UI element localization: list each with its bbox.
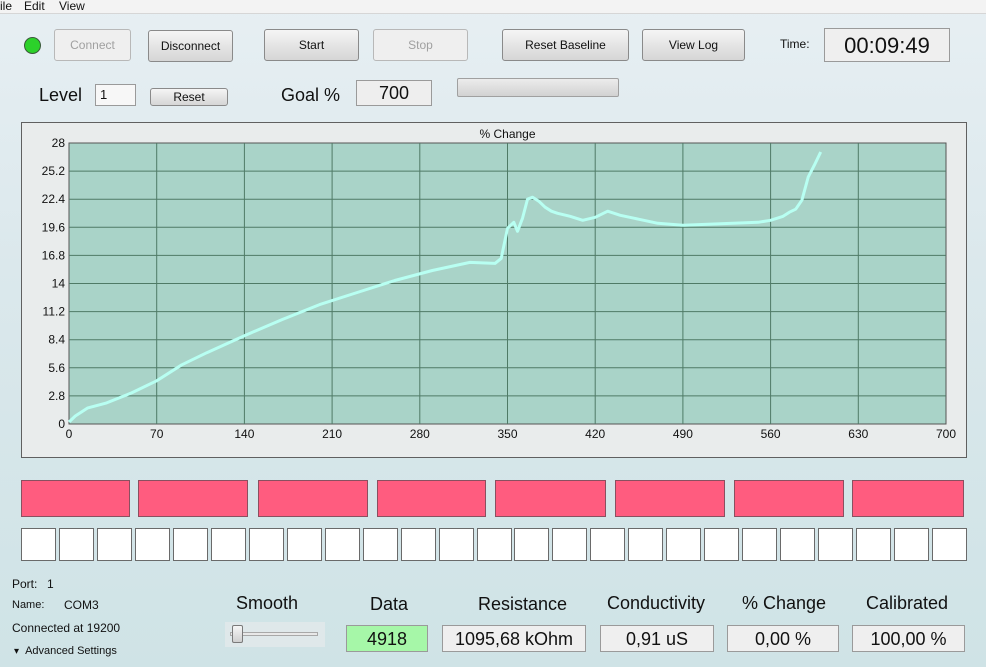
level-input[interactable]: 1 [95, 84, 136, 106]
level-reset-button[interactable]: Reset [150, 88, 228, 106]
indicator-cell [97, 528, 132, 561]
indicator-cell [59, 528, 94, 561]
indicator-cell [401, 528, 436, 561]
data-label: Data [370, 594, 409, 614]
indicator-cell [211, 528, 246, 561]
port-value: 1 [47, 577, 54, 591]
goal-value: 700 [356, 80, 432, 106]
y-tick-label: 14 [52, 277, 66, 291]
advanced-settings-toggle[interactable]: ▾ Advanced Settings [14, 645, 117, 657]
indicator-cell [173, 528, 208, 561]
x-tick-label: 630 [848, 427, 868, 441]
reset-baseline-button[interactable]: Reset Baseline [502, 29, 629, 61]
menu-edit[interactable]: Edit [24, 0, 45, 13]
indicator-cell [363, 528, 398, 561]
y-tick-label: 16.8 [42, 248, 66, 262]
percent-change-label: % Change [742, 593, 827, 613]
indicator-cell [552, 528, 587, 561]
indicator-cell [818, 528, 853, 561]
y-tick-label: 28 [52, 136, 66, 150]
indicator-cell [856, 528, 891, 561]
meter-block [852, 480, 964, 517]
goal-label: Goal % [281, 85, 341, 105]
menu-bar: ile Edit View [0, 0, 986, 14]
conductivity-value: 0,91 uS [600, 625, 714, 652]
x-tick-label: 140 [234, 427, 254, 441]
indicator-cell [932, 528, 967, 561]
x-tick-label: 350 [497, 427, 517, 441]
advanced-settings-label: Advanced Settings [25, 645, 117, 657]
meter-block [495, 480, 606, 517]
resistance-label: Resistance [478, 594, 568, 614]
meter-block [258, 480, 368, 517]
indicator-cell [590, 528, 625, 561]
smooth-label: Smooth [236, 593, 299, 613]
y-tick-label: 22.4 [42, 192, 66, 206]
menu-file[interactable]: ile [0, 0, 12, 13]
y-tick-label: 19.6 [42, 220, 66, 234]
chart-canvas: % Change 0 70 140 210 280 350 420 490 560 630 700 0 2… [42, 127, 957, 441]
percent-change-value: 0,00 % [727, 625, 839, 652]
x-tick-label: 0 [66, 427, 73, 441]
disconnect-button[interactable]: Disconnect [148, 30, 233, 62]
y-tick-label: 2.8 [48, 389, 65, 403]
double-chevron-down-icon: ▾ [14, 646, 20, 657]
level-label: Level [39, 85, 83, 105]
y-tick-label: 5.6 [48, 361, 65, 375]
time-label: Time: [780, 37, 810, 51]
indicator-cell [325, 528, 360, 561]
y-tick-label: 11.2 [43, 305, 66, 319]
view-log-button[interactable]: View Log [642, 29, 745, 61]
x-tick-label: 700 [936, 427, 956, 441]
x-tick-label: 280 [410, 427, 430, 441]
indicator-cell [780, 528, 815, 561]
time-display: 00:09:49 [824, 28, 950, 62]
indicator-cell [514, 528, 549, 561]
start-button[interactable]: Start [264, 29, 359, 61]
indicator-cell [287, 528, 322, 561]
menu-view[interactable]: View [59, 0, 85, 13]
indicator-cell [477, 528, 512, 561]
port-name-label: Name: [12, 599, 45, 611]
smooth-slider-track[interactable] [230, 632, 318, 636]
connection-baud: Connected at 19200 [12, 621, 121, 635]
indicator-cell [742, 528, 777, 561]
calibrated-value: 100,00 % [852, 625, 965, 652]
smooth-slider-thumb[interactable] [232, 625, 243, 643]
stop-button[interactable]: Stop [373, 29, 468, 61]
indicator-cell [135, 528, 170, 561]
indicator-cell [628, 528, 663, 561]
conductivity-label: Conductivity [607, 593, 706, 613]
indicator-cell [894, 528, 929, 561]
x-tick-label: 560 [761, 427, 781, 441]
y-tick-label: 0 [58, 417, 65, 431]
indicator-cell [666, 528, 701, 561]
indicator-cell [704, 528, 739, 561]
port-name-value: COM3 [64, 598, 99, 612]
connection-status-led [24, 37, 41, 54]
resistance-value: 1095,68 kOhm [442, 625, 586, 652]
indicator-cell [21, 528, 56, 561]
x-tick-label: 210 [322, 427, 342, 441]
x-tick-label: 490 [673, 427, 693, 441]
y-tick-label: 8.4 [48, 333, 65, 347]
meter-block [138, 480, 248, 517]
goal-progress-bar [457, 78, 619, 97]
calibrated-label: Calibrated [866, 593, 949, 613]
meter-block [615, 480, 725, 517]
x-tick-label: 420 [585, 427, 605, 441]
connect-button[interactable]: Connect [54, 29, 131, 61]
meter-block [377, 480, 486, 517]
meter-block [734, 480, 844, 517]
port-label: Port: [12, 577, 38, 591]
indicator-cell [249, 528, 284, 561]
indicator-cell [439, 528, 474, 561]
x-tick-label: 70 [150, 427, 164, 441]
y-tick-label: 25.2 [42, 164, 66, 178]
percent-change-chart: % Change 0 70 140 210 280 350 420 490 560 630 700 0 2… [21, 122, 967, 458]
meter-block [21, 480, 130, 517]
data-value: 4918 [346, 625, 428, 652]
chart-title: % Change [479, 127, 535, 141]
